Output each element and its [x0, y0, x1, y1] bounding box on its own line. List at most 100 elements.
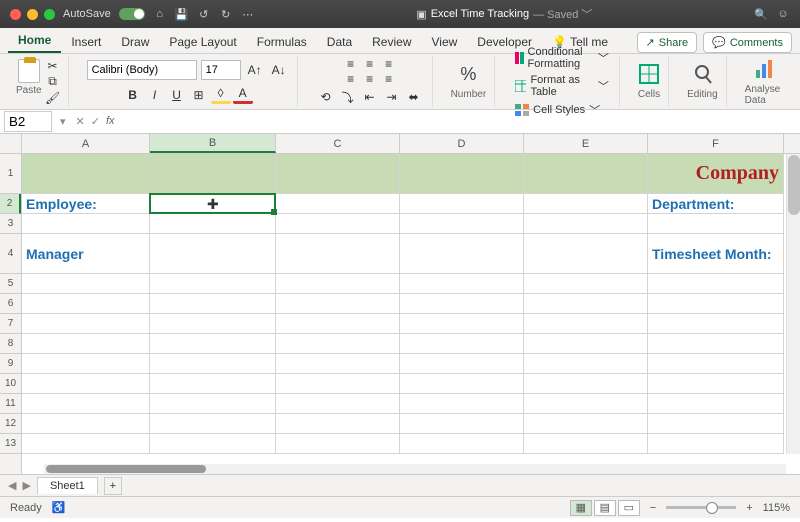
cell-f4[interactable]: Timesheet Month: [648, 234, 784, 274]
cell-f12[interactable] [648, 414, 784, 434]
search-icon[interactable]: 🔍 [754, 7, 768, 21]
comments-button[interactable]: 💬 Comments [703, 32, 792, 53]
row-header-10[interactable]: 10 [0, 374, 21, 394]
cell-e12[interactable] [524, 414, 648, 434]
tab-home[interactable]: Home [8, 28, 61, 53]
cell-a11[interactable] [22, 394, 150, 414]
row-header-5[interactable]: 5 [0, 274, 21, 294]
formula-input[interactable] [121, 120, 800, 124]
font-color-button[interactable]: A [233, 86, 253, 104]
row-header-9[interactable]: 9 [0, 354, 21, 374]
font-name-select[interactable] [87, 60, 197, 80]
tab-page-layout[interactable]: Page Layout [159, 30, 246, 53]
cell-b13[interactable] [150, 434, 276, 454]
cell-b12[interactable] [150, 414, 276, 434]
align-left-icon[interactable]: ≡ [342, 72, 360, 86]
font-size-select[interactable] [201, 60, 241, 80]
page-break-view-button[interactable]: ▭ [618, 500, 640, 516]
cell-e5[interactable] [524, 274, 648, 294]
cell-c2[interactable] [276, 194, 400, 214]
cell-f5[interactable] [648, 274, 784, 294]
cell-d11[interactable] [400, 394, 524, 414]
col-header-a[interactable]: A [22, 134, 150, 153]
cell-f6[interactable] [648, 294, 784, 314]
row-header-7[interactable]: 7 [0, 314, 21, 334]
zoom-out-button[interactable]: − [650, 502, 656, 514]
cell-c13[interactable] [276, 434, 400, 454]
border-button[interactable]: ⊞ [189, 86, 209, 104]
cell-c9[interactable] [276, 354, 400, 374]
cell-d12[interactable] [400, 414, 524, 434]
cell-b8[interactable] [150, 334, 276, 354]
page-layout-view-button[interactable]: ▤ [594, 500, 616, 516]
cell-d5[interactable] [400, 274, 524, 294]
cell-b1[interactable] [150, 154, 276, 194]
col-header-d[interactable]: D [400, 134, 524, 153]
cell-a4[interactable]: Manager [22, 234, 150, 274]
zoom-in-button[interactable]: + [746, 502, 752, 514]
normal-view-button[interactable]: ▦ [570, 500, 592, 516]
cell-b3[interactable] [150, 214, 276, 234]
wrap-text-icon[interactable]: ⤵ [338, 88, 358, 106]
align-center-icon[interactable]: ≡ [361, 72, 379, 86]
tab-formulas[interactable]: Formulas [247, 30, 317, 53]
cell-d3[interactable] [400, 214, 524, 234]
cell-b7[interactable] [150, 314, 276, 334]
cell-a8[interactable] [22, 334, 150, 354]
row-header-3[interactable]: 3 [0, 214, 21, 234]
save-icon[interactable]: 💾 [175, 7, 189, 21]
cell-d13[interactable] [400, 434, 524, 454]
cell-d9[interactable] [400, 354, 524, 374]
cell-a12[interactable] [22, 414, 150, 434]
cell-d8[interactable] [400, 334, 524, 354]
cell-c6[interactable] [276, 294, 400, 314]
col-header-b[interactable]: B [150, 134, 276, 153]
redo-icon[interactable]: ↻ [219, 7, 233, 21]
cut-icon[interactable]: ✂ [46, 59, 60, 73]
decrease-font-icon[interactable]: A↓ [269, 61, 289, 79]
minimize-window-icon[interactable] [27, 9, 38, 20]
align-right-icon[interactable]: ≡ [380, 72, 398, 86]
cell-a3[interactable] [22, 214, 150, 234]
home-icon[interactable]: ⌂ [153, 7, 167, 21]
cell-c10[interactable] [276, 374, 400, 394]
copy-icon[interactable]: ⧉ [46, 75, 60, 89]
cell-b5[interactable] [150, 274, 276, 294]
italic-button[interactable]: I [145, 86, 165, 104]
cell-f9[interactable] [648, 354, 784, 374]
row-header-8[interactable]: 8 [0, 334, 21, 354]
cell-b2[interactable] [150, 194, 276, 214]
analyse-data-button[interactable]: Analyse Data [745, 58, 784, 106]
tab-review[interactable]: Review [362, 30, 421, 53]
fill-color-button[interactable]: ◊ [211, 86, 231, 104]
document-title[interactable]: ▣ Excel Time Tracking — Saved ﹀ [416, 6, 592, 22]
tab-view[interactable]: View [422, 30, 468, 53]
cell-f11[interactable] [648, 394, 784, 414]
underline-button[interactable]: U [167, 86, 187, 104]
zoom-slider[interactable] [666, 506, 736, 509]
cell-c7[interactable] [276, 314, 400, 334]
cell-d4[interactable] [400, 234, 524, 274]
name-box-dropdown-icon[interactable]: ▾ [56, 115, 70, 128]
zoom-level[interactable]: 115% [763, 502, 790, 514]
cell-a5[interactable] [22, 274, 150, 294]
maximize-window-icon[interactable] [44, 9, 55, 20]
fx-icon[interactable]: fx [106, 115, 115, 128]
cell-e7[interactable] [524, 314, 648, 334]
cell-e11[interactable] [524, 394, 648, 414]
col-header-e[interactable]: E [524, 134, 648, 153]
cell-e6[interactable] [524, 294, 648, 314]
cell-c12[interactable] [276, 414, 400, 434]
enter-formula-icon[interactable]: ✓ [91, 115, 100, 128]
cell-c11[interactable] [276, 394, 400, 414]
tab-insert[interactable]: Insert [61, 30, 111, 53]
cancel-formula-icon[interactable]: ✕ [76, 115, 85, 128]
align-bottom-icon[interactable]: ≡ [380, 57, 398, 71]
cell-e1[interactable] [524, 154, 648, 194]
cell-a2[interactable]: Employee: [22, 194, 150, 214]
col-header-f[interactable]: F [648, 134, 784, 153]
row-header-11[interactable]: 11 [0, 394, 21, 414]
cells-button[interactable]: Cells [638, 63, 660, 100]
select-all-corner[interactable] [0, 134, 22, 153]
cell-b4[interactable] [150, 234, 276, 274]
